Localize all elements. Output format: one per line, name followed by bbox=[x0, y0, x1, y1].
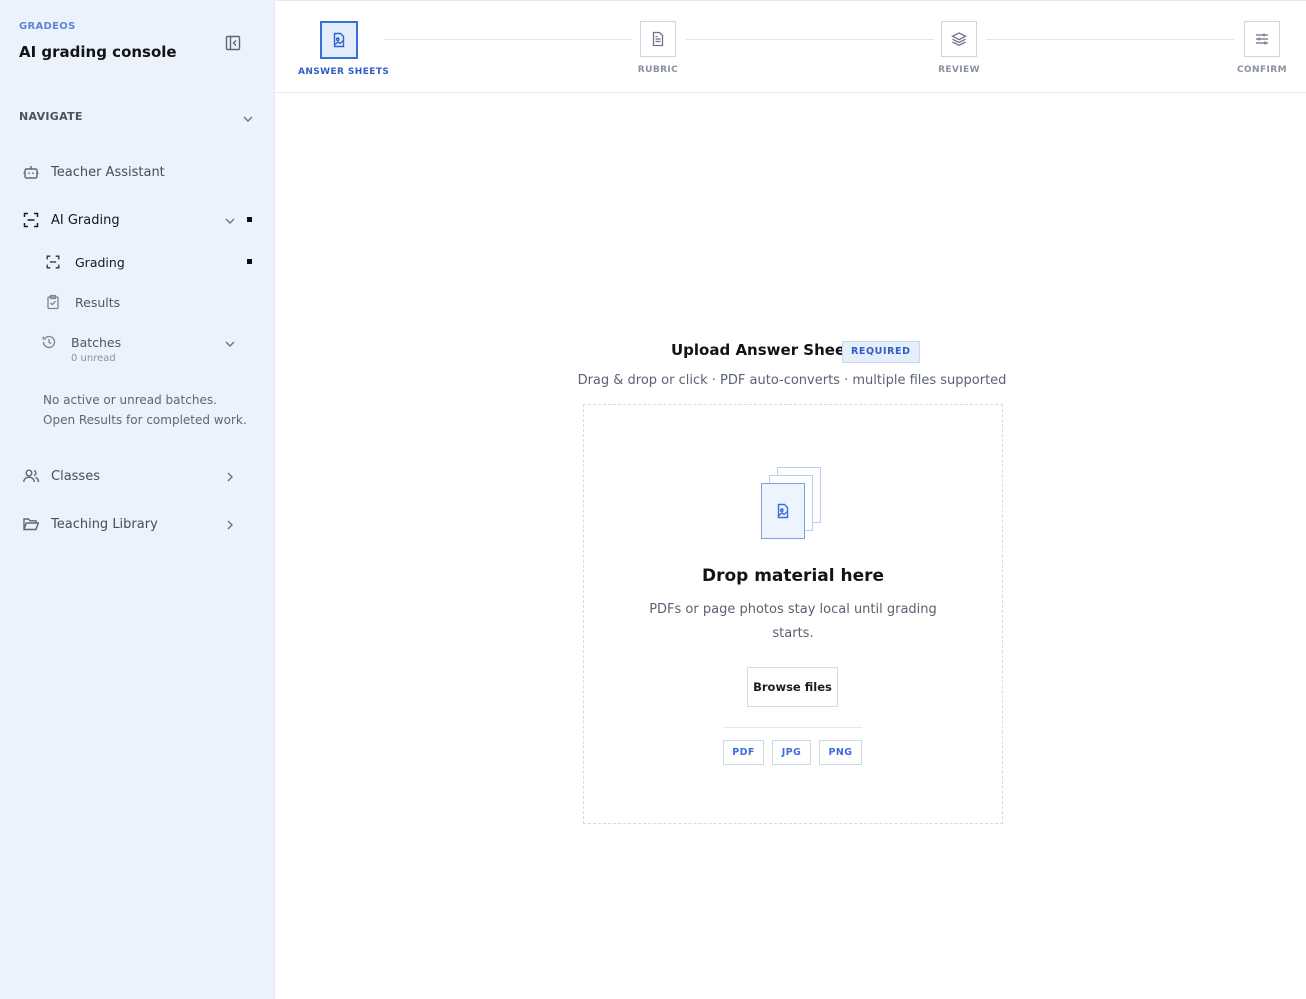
step-label: RUBRIC bbox=[637, 65, 679, 75]
chevron-down-icon[interactable] bbox=[223, 213, 237, 227]
batches-unread-count: 0 unread bbox=[71, 353, 116, 364]
layers-icon bbox=[941, 21, 977, 57]
step-label: ANSWER SHEETS bbox=[298, 67, 390, 77]
robot-icon bbox=[22, 163, 40, 181]
step-label: REVIEW bbox=[938, 65, 980, 75]
wizard-stepper: ANSWER SHEETS RUBRIC REVIEW CONFIRM bbox=[276, 0, 1306, 93]
sidebar-item-ai-grading[interactable]: AI Grading bbox=[19, 205, 259, 235]
clipboard-check-icon bbox=[45, 294, 61, 310]
sidebar-item-label: AI Grading bbox=[51, 212, 120, 228]
upload-subtitle: Drag & drop or click · PDF auto-converts… bbox=[577, 373, 1007, 388]
sidebar-item-grading[interactable]: Grading bbox=[41, 248, 261, 276]
step-confirm[interactable]: CONFIRM bbox=[1236, 21, 1288, 75]
sidebar: GRADEOS AI grading console NAVIGATE Teac… bbox=[0, 0, 275, 999]
sidebar-item-label: Batches bbox=[71, 334, 122, 350]
step-review[interactable]: REVIEW bbox=[934, 21, 984, 75]
folder-open-icon bbox=[22, 515, 40, 533]
collapse-sidebar-icon[interactable] bbox=[224, 34, 242, 52]
nav-heading: NAVIGATE bbox=[19, 110, 83, 123]
format-chip-pdf: PDF bbox=[723, 740, 764, 765]
step-connector bbox=[986, 39, 1234, 40]
active-indicator bbox=[247, 259, 252, 264]
sidebar-item-label: Teacher Assistant bbox=[51, 164, 165, 180]
sidebar-item-results[interactable]: Results bbox=[41, 288, 261, 316]
sidebar-item-teacher-assistant[interactable]: Teacher Assistant bbox=[19, 157, 259, 187]
active-indicator bbox=[247, 217, 252, 222]
divider bbox=[723, 727, 862, 728]
brand-label: GRADEOS bbox=[19, 21, 76, 32]
step-rubric[interactable]: RUBRIC bbox=[633, 21, 683, 75]
upload-title: Upload Answer Sheets bbox=[671, 341, 862, 359]
history-icon bbox=[41, 334, 57, 350]
scan-icon bbox=[45, 254, 61, 270]
sidebar-item-teaching-library[interactable]: Teaching Library bbox=[19, 509, 259, 539]
browse-files-button[interactable]: Browse files bbox=[747, 667, 838, 707]
step-answer-sheets[interactable]: ANSWER SHEETS bbox=[298, 21, 390, 77]
chevron-down-icon[interactable] bbox=[223, 336, 237, 350]
sidebar-item-label: Results bbox=[75, 294, 121, 310]
sidebar-item-label: Teaching Library bbox=[51, 516, 158, 532]
sidebar-item-label: Grading bbox=[75, 254, 125, 270]
users-icon bbox=[22, 467, 40, 485]
drop-description: PDFs or page photos stay local until gra… bbox=[649, 602, 937, 641]
batches-empty-note: No active or unread batches. Open Result… bbox=[43, 393, 247, 427]
app-title: AI grading console bbox=[19, 43, 177, 61]
required-badge: REQUIRED bbox=[842, 341, 920, 363]
chevron-right-icon[interactable] bbox=[223, 469, 237, 483]
document-icon bbox=[640, 21, 676, 57]
stacked-files-icon bbox=[761, 467, 823, 541]
image-file-icon bbox=[320, 21, 358, 59]
chevron-down-icon[interactable] bbox=[241, 111, 255, 125]
sidebar-item-classes[interactable]: Classes bbox=[19, 461, 259, 491]
format-chip-png: PNG bbox=[819, 740, 862, 765]
step-label: CONFIRM bbox=[1237, 65, 1287, 75]
step-connector bbox=[686, 39, 934, 40]
sidebar-item-label: Classes bbox=[51, 468, 100, 484]
scan-icon bbox=[22, 211, 40, 229]
sliders-icon bbox=[1244, 21, 1280, 57]
drop-title: Drop material here bbox=[701, 566, 885, 586]
format-chip-jpg: JPG bbox=[772, 740, 811, 765]
chevron-right-icon[interactable] bbox=[223, 517, 237, 531]
step-connector bbox=[384, 39, 632, 40]
sidebar-item-batches[interactable]: Batches bbox=[41, 328, 261, 356]
